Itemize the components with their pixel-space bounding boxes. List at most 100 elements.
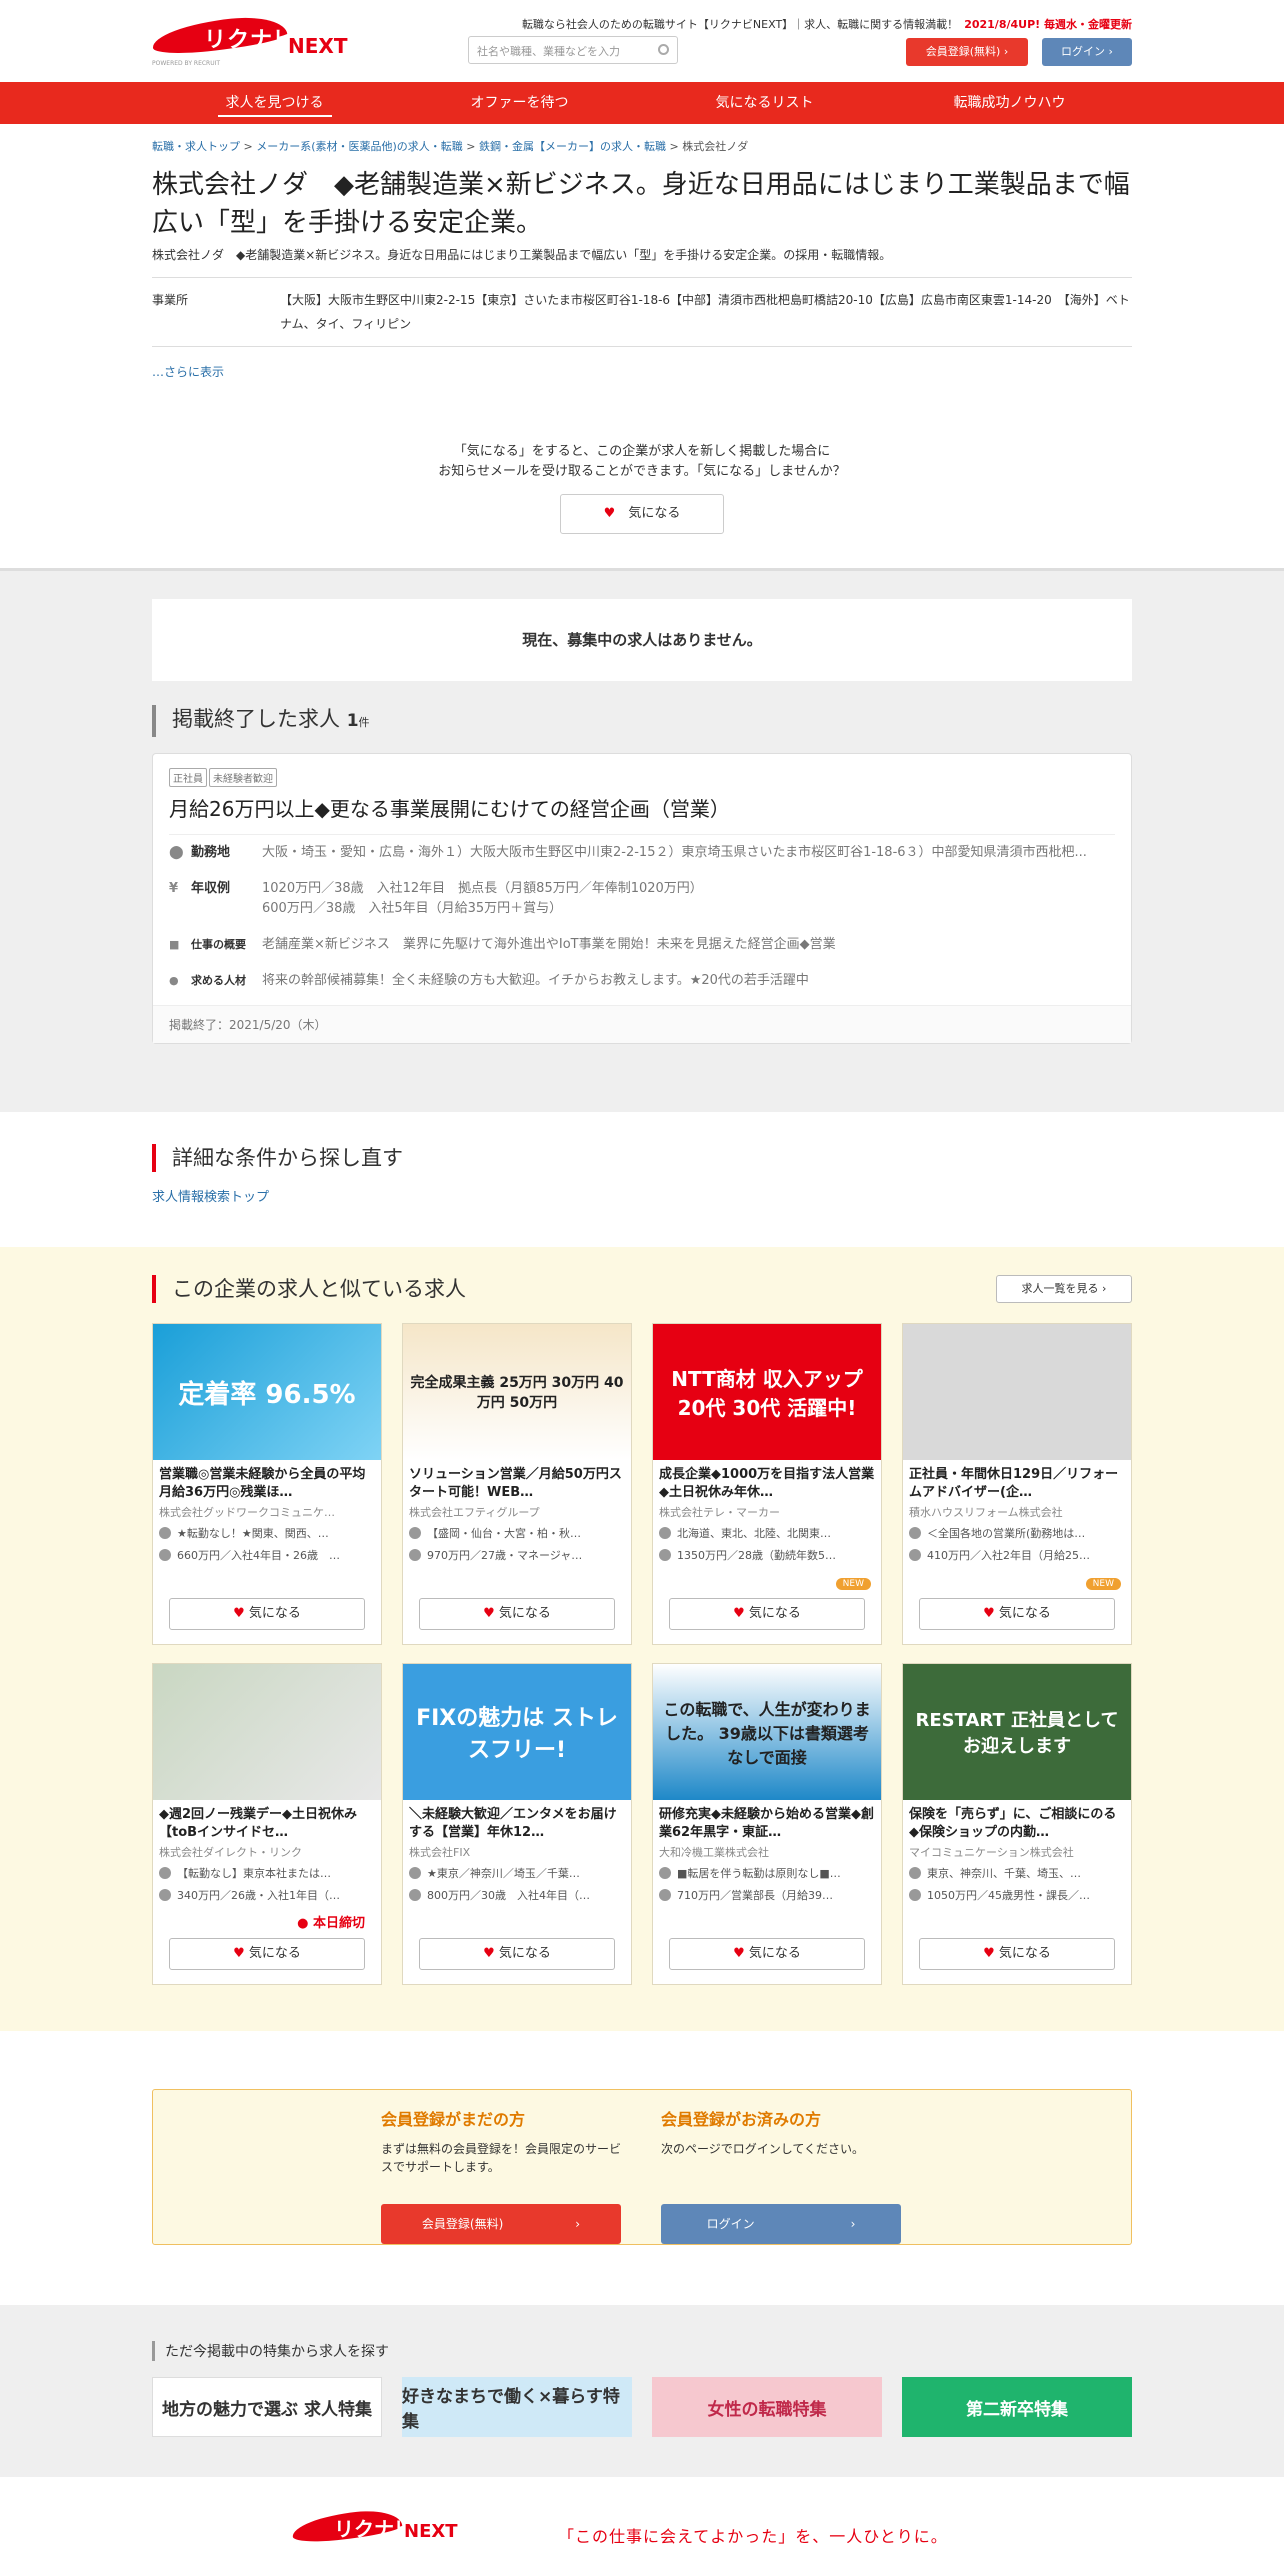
- search-icon[interactable]: [658, 44, 669, 55]
- breadcrumb-maker[interactable]: メーカー系(素材・医薬品他)の求人・転職: [256, 140, 463, 153]
- location-text: 【盛岡・仙台・大宮・柏・秋…: [427, 1527, 581, 1540]
- job-card-company: 株式会社FIX: [409, 1846, 471, 1859]
- similar-heading: この企業の求人と似ている求人: [152, 1275, 1132, 1303]
- job-title: 月給26万円以上◆更なる事業展開にむけての経営企画（営業）: [169, 793, 1115, 835]
- row-overview: ■ 仕事の概要 老舗産業×新ビジネス 業界に先駆けて海外進出やIoT事業を開始！未来…: [169, 927, 1115, 963]
- favorite-button[interactable]: ♥ 気になる: [919, 1598, 1115, 1630]
- follow-button-label: 気になる: [628, 506, 681, 521]
- yen-icon: [909, 1889, 921, 1901]
- login-label: ログイン: [1061, 45, 1106, 58]
- member-box: 会員登録がまだの方 まずは無料の会員登録を！会員限定のサービスでサポートします。…: [152, 2089, 1132, 2245]
- logo-next: NEXT: [288, 34, 348, 58]
- favorite-label: 気になる: [748, 1946, 801, 1961]
- footer-logo[interactable]: リクナビ NEXT: [290, 2507, 532, 2547]
- yen-icon: [409, 1889, 421, 1901]
- login-button[interactable]: ログイン ›: [1042, 38, 1132, 66]
- member-login-button[interactable]: ログイン ›: [661, 2204, 901, 2244]
- similar-job-card[interactable]: NTT商材 収入アップ 20代 30代 活躍中! 成長企業◆1000万を目指す法…: [652, 1323, 882, 1645]
- search-top-link[interactable]: 求人情報検索トップ: [152, 1186, 1132, 1205]
- favorite-button[interactable]: ♥ 気になる: [169, 1938, 365, 1970]
- member-login-label: ログイン: [706, 2217, 755, 2231]
- person-icon: ●: [169, 974, 179, 987]
- follow-text-2: お知らせメールを受け取ることができます。「気になる」しませんか？: [438, 464, 846, 479]
- all-jobs-label: 求人一覧を見る: [1021, 1282, 1099, 1295]
- similar-job-card[interactable]: RESTART 正社員としてお迎えします 保険を「売らず」に、ご相談にのる◆保険…: [902, 1663, 1132, 1985]
- favorite-button[interactable]: ♥ 気になる: [669, 1938, 865, 1970]
- similar-job-card[interactable]: 完全成果主義 25万円 30万円 40万円 50万円 ソリューション営業／月給5…: [402, 1323, 632, 1645]
- job-card-location: ★転勤なし！★関東、関西、…: [153, 1522, 381, 1544]
- similar-job-card[interactable]: この転職で、人生が変わりました。 39歳以下は書類選考なしで面接 研修充実◆未経…: [652, 1663, 882, 1985]
- deadline-text: 本日締切: [312, 1916, 365, 1931]
- member-register-button[interactable]: 会員登録(無料) ›: [381, 2204, 621, 2244]
- footer-logo-text: リクナビ: [334, 2517, 414, 2541]
- office-row: 事業所 【大阪】大阪市生野区中川東2-2-15【東京】さいたま市桜区町谷1-18…: [152, 277, 1132, 347]
- location-pin-icon: [909, 1527, 921, 1539]
- all-jobs-button[interactable]: 求人一覧を見る ›: [996, 1275, 1132, 1303]
- job-card-salary: 970万円／27歳・マネージャ…: [403, 1544, 631, 1566]
- nav-favorites[interactable]: 気になるリスト: [642, 82, 887, 124]
- job-card-salary: 660万円／入社4年目・26歳 …: [153, 1544, 381, 1566]
- ended-jobs-heading: 掲載終了した求人 1件: [152, 705, 1132, 737]
- heart-icon: ♥: [983, 1606, 995, 1621]
- job-card-title: 研修充実◆未経験から始める営業◆創業62年黒字・東証…: [659, 1807, 874, 1840]
- search-input[interactable]: 社名や職種、業種などを入力: [468, 36, 678, 64]
- similar-job-card[interactable]: FIXの魅力は ストレスフリー! ＼未経験大歓迎／エンタメをお届けする【営業】年…: [402, 1663, 632, 1985]
- ended-job-card[interactable]: 正社員 未経験者歓迎 月給26万円以上◆更なる事業展開にむけての経営企画（営業） …: [152, 753, 1132, 1044]
- nav-find-jobs[interactable]: 求人を見つける: [152, 82, 397, 124]
- banner-women[interactable]: 女性の転職特集: [652, 2377, 882, 2437]
- header: リクナビ NEXT POWERED BY RECRUIT 転職なら社会人のための…: [150, 0, 1132, 82]
- new-badge: NEW: [835, 1578, 871, 1590]
- yen-icon: [409, 1549, 421, 1561]
- job-card-company: 大和冷機工業株式会社: [659, 1846, 769, 1859]
- similar-job-card[interactable]: 正社員・年間休日129日／リフォームアドバイザー(企… 積水ハウスリフォーム株式…: [902, 1323, 1132, 1645]
- banner-live-work[interactable]: 好きなまちで働く×暮らす特集: [402, 2377, 632, 2437]
- similar-jobs-grid: 定着率 96.5% 営業職◎営業未経験から全員の平均月給36万円◎残業ほ… 株式…: [152, 1323, 1132, 1985]
- nav-knowhow[interactable]: 転職成功ノウハウ: [887, 82, 1132, 124]
- job-card-title: ＼未経験大歓迎／エンタメをお届けする【営業】年休12…: [409, 1807, 617, 1840]
- location-pin-icon: [409, 1867, 421, 1879]
- favorite-button[interactable]: ♥ 気になる: [169, 1598, 365, 1630]
- site-logo[interactable]: リクナビ NEXT POWERED BY RECRUIT: [150, 13, 352, 67]
- job-card-location: 北海道、東北、北陸、北関東…: [653, 1522, 881, 1544]
- yen-icon: [909, 1549, 921, 1561]
- favorite-button[interactable]: ♥ 気になる: [669, 1598, 865, 1630]
- nav-label: 求人を見つける: [217, 95, 332, 117]
- nav-wait-offer[interactable]: オファーを待つ: [397, 82, 642, 124]
- favorite-label: 気になる: [998, 1946, 1051, 1961]
- job-card-location: 【盛岡・仙台・大宮・柏・秋…: [403, 1522, 631, 1544]
- job-card-location: ＜全国各地の営業所(勤務地は…: [903, 1522, 1131, 1544]
- salary-text: 970万円／27歳・マネージャ…: [427, 1549, 583, 1562]
- job-image: NTT商材 収入アップ 20代 30代 活躍中!: [653, 1324, 881, 1460]
- job-card-company: 積水ハウスリフォーム株式会社: [909, 1506, 1063, 1519]
- feature-section: ただ今掲載中の特集から求人を探す 地方の魅力で選ぶ 求人特集 好きなまちで働く×…: [0, 2305, 1284, 2477]
- salary-text: 410万円／入社2年目（月給25…: [927, 1549, 1090, 1562]
- breadcrumb-top[interactable]: 転職・求人トップ: [152, 140, 240, 153]
- similar-job-card[interactable]: ◆週2回ノー残業デー◆土日祝休み【toBインサイドセ… 株式会社ダイレクト・リン…: [152, 1663, 382, 1985]
- location-text: ★転勤なし！★関東、関西、…: [177, 1527, 329, 1540]
- favorite-button[interactable]: ♥ 気になる: [419, 1938, 615, 1970]
- page-title: 株式会社ノダ ◆老舗製造業×新ビジネス。身近な日用品にはじまり工業製品まで幅広い…: [152, 170, 1130, 238]
- register-button[interactable]: 会員登録(無料) ›: [906, 38, 1028, 66]
- similar-job-card[interactable]: 定着率 96.5% 営業職◎営業未経験から全員の平均月給36万円◎残業ほ… 株式…: [152, 1323, 382, 1645]
- favorite-button[interactable]: ♥ 気になる: [919, 1938, 1115, 1970]
- job-card-title: ソリューション営業／月給50万円スタート可能！WEB…: [409, 1467, 622, 1500]
- header-tagline: 転職なら社会人のための転職サイト【リクナビNEXT】｜求人、転職に関する情報満載…: [522, 16, 1132, 32]
- show-more-link[interactable]: …さらに表示: [152, 363, 1132, 380]
- search-placeholder: 社名や職種、業種などを入力: [477, 45, 620, 58]
- follow-button[interactable]: ♥ 気になる: [560, 494, 724, 534]
- job-card-location: 【転勤なし】東京本社または…: [153, 1862, 381, 1884]
- favorite-button[interactable]: ♥ 気になる: [419, 1598, 615, 1630]
- job-image: FIXの魅力は ストレスフリー!: [403, 1664, 631, 1800]
- location-pin-icon: ⬤: [169, 845, 184, 860]
- briefcase-icon: ■: [169, 938, 180, 951]
- row-label: 勤務地: [191, 845, 231, 860]
- job-image: 定着率 96.5%: [153, 1324, 381, 1460]
- banner-second-new-grad[interactable]: 第二新卒特集: [902, 2377, 1132, 2437]
- favorite-label: 気になる: [248, 1606, 301, 1621]
- job-card-salary: 710万円／営業部長（月給39…: [653, 1884, 881, 1906]
- breadcrumb-steel[interactable]: 鉄鋼・金属【メーカー】の求人・転職: [479, 140, 666, 153]
- favorite-label: 気になる: [748, 1606, 801, 1621]
- banner-local[interactable]: 地方の魅力で選ぶ 求人特集: [152, 2377, 382, 2437]
- job-image: RESTART 正社員としてお迎えします: [903, 1664, 1131, 1800]
- deadline-badge: ● 本日締切: [297, 1916, 365, 1931]
